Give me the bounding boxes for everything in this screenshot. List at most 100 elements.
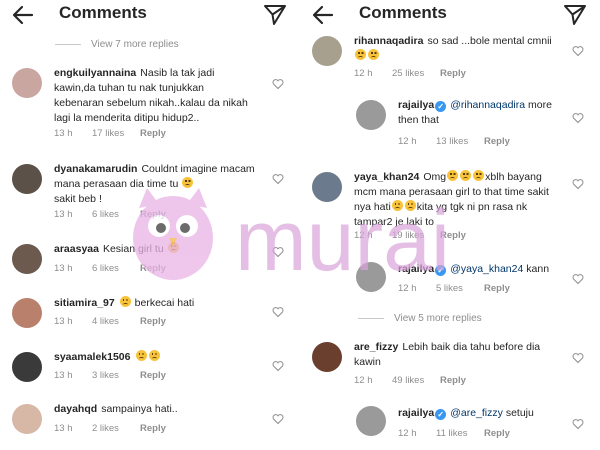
reply-button[interactable]: Reply [484, 136, 510, 147]
heart-icon[interactable] [572, 418, 584, 430]
comment-likes[interactable]: 11 likes [436, 428, 484, 439]
comment-likes[interactable]: 17 likes [92, 128, 140, 139]
mention-link[interactable]: @yaya_khan24 [450, 263, 523, 275]
comment-text: dyanakamarudin Couldnt imagine macam mana… [54, 162, 259, 207]
sad-face-icon [135, 350, 147, 361]
reply-button[interactable]: Reply [140, 316, 166, 327]
avatar[interactable] [12, 164, 42, 194]
comment-likes[interactable]: 49 likes [392, 375, 440, 386]
heart-icon[interactable] [272, 173, 284, 185]
comment-likes[interactable]: 6 likes [92, 263, 140, 274]
heart-icon[interactable] [272, 413, 284, 425]
back-arrow-icon[interactable] [310, 2, 336, 28]
comment-body: berkecai hati [134, 297, 195, 309]
comment-username[interactable]: dyanakamarudin [54, 163, 137, 175]
heart-icon[interactable] [572, 45, 584, 57]
comment-time: 12 h [398, 136, 417, 147]
comment-text: syaamalek1506 [54, 350, 259, 365]
comment-text: araasyaa Kesian girl tu [54, 242, 259, 257]
comment-time: 12 h [354, 375, 373, 386]
avatar[interactable] [312, 172, 342, 202]
heart-icon[interactable] [272, 246, 284, 258]
comment-likes[interactable]: 2 likes [92, 423, 140, 434]
comment-text: yaya_khan24 Omg xblh bayang mcm mana peras… [354, 170, 566, 230]
comment-username[interactable]: rajailya [398, 263, 434, 275]
comment-time: 13 h [54, 316, 73, 327]
comment-likes[interactable]: 6 likes [92, 209, 140, 220]
comment-username[interactable]: araasyaa [54, 243, 99, 255]
comment-text: rajailya ✓ @rihannaqadira more then that [398, 98, 568, 128]
reply-button[interactable]: Reply [484, 283, 510, 294]
reply-button[interactable]: Reply [140, 263, 166, 274]
send-icon[interactable] [262, 2, 288, 28]
crying-face-icon [447, 170, 459, 181]
comment-username[interactable]: rajailya [398, 99, 434, 111]
heart-icon[interactable] [272, 306, 284, 318]
comment-username[interactable]: syaamalek1506 [54, 351, 131, 363]
back-arrow-icon[interactable] [10, 2, 36, 28]
comment-username[interactable]: dayahqd [54, 403, 97, 415]
comment-meta: 12 h 25 likes Reply [354, 68, 466, 79]
heart-icon[interactable] [572, 352, 584, 364]
avatar[interactable] [312, 342, 342, 372]
right-comments-panel: Comments rihannaqadira so sad ...bole men… [300, 0, 600, 450]
reply-button[interactable]: Reply [140, 209, 166, 220]
comment-username[interactable]: rajailya [398, 407, 434, 419]
heart-icon[interactable] [572, 178, 584, 190]
avatar[interactable] [12, 352, 42, 382]
comment-username[interactable]: yaya_khan24 [354, 171, 419, 183]
mention-link[interactable]: @rihannaqadira [450, 99, 525, 111]
divider-line [55, 44, 81, 45]
crying-face-icon [391, 200, 403, 211]
comment-meta: 12 h 5 likes Reply [398, 283, 510, 294]
heart-icon[interactable] [272, 78, 284, 90]
avatar[interactable] [12, 298, 42, 328]
view-more-replies[interactable]: View 5 more replies [358, 313, 482, 324]
reply-button[interactable]: Reply [440, 230, 466, 241]
comment-username[interactable]: rihannaqadira [354, 35, 423, 47]
send-icon[interactable] [562, 2, 588, 28]
reply-button[interactable]: Reply [440, 375, 466, 386]
comment-likes[interactable]: 3 likes [92, 370, 140, 381]
comment-likes[interactable]: 5 likes [436, 283, 484, 294]
comment-username[interactable]: engkuilyannaina [54, 67, 136, 79]
verified-badge-icon: ✓ [435, 101, 447, 112]
avatar[interactable] [356, 406, 386, 436]
comment-likes[interactable]: 25 likes [392, 68, 440, 79]
avatar[interactable] [12, 244, 42, 274]
avatar[interactable] [12, 68, 42, 98]
crying-face-icon [404, 200, 416, 211]
view-more-label: View 7 more replies [91, 39, 179, 50]
comment-time: 13 h [54, 370, 73, 381]
comment-body: setuju [505, 407, 534, 419]
avatar[interactable] [356, 100, 386, 130]
mention-link[interactable]: @are_fizzy [450, 407, 503, 419]
comment-body: Kesian girl tu [102, 243, 164, 255]
comments-header: Comments [300, 0, 600, 30]
avatar[interactable] [312, 36, 342, 66]
crying-face-icon [460, 170, 472, 181]
heart-icon[interactable] [572, 273, 584, 285]
avatar[interactable] [12, 404, 42, 434]
comment-likes[interactable]: 19 likes [392, 230, 440, 241]
comment-time: 13 h [54, 209, 73, 220]
reply-button[interactable]: Reply [440, 68, 466, 79]
sad-face-icon [148, 350, 160, 361]
verified-badge-icon: ✓ [435, 265, 447, 276]
heart-icon[interactable] [572, 112, 584, 124]
divider-line [358, 318, 384, 319]
comment-username[interactable]: are_fizzy [354, 341, 398, 353]
comment-likes[interactable]: 13 likes [436, 136, 484, 147]
view-more-label: View 5 more replies [394, 313, 482, 324]
view-more-replies[interactable]: View 7 more replies [55, 39, 179, 50]
avatar[interactable] [356, 262, 386, 292]
reply-button[interactable]: Reply [140, 370, 166, 381]
comment-username[interactable]: sitiamira_97 [54, 297, 115, 309]
heart-icon[interactable] [272, 360, 284, 372]
reply-button[interactable]: Reply [140, 128, 166, 139]
comment-body-line2: sakit beb ! [54, 193, 102, 205]
reply-button[interactable]: Reply [140, 423, 166, 434]
comment-text: rajailya ✓ @are_fizzy setuju [398, 406, 568, 421]
reply-button[interactable]: Reply [484, 428, 510, 439]
comment-likes[interactable]: 4 likes [92, 316, 140, 327]
